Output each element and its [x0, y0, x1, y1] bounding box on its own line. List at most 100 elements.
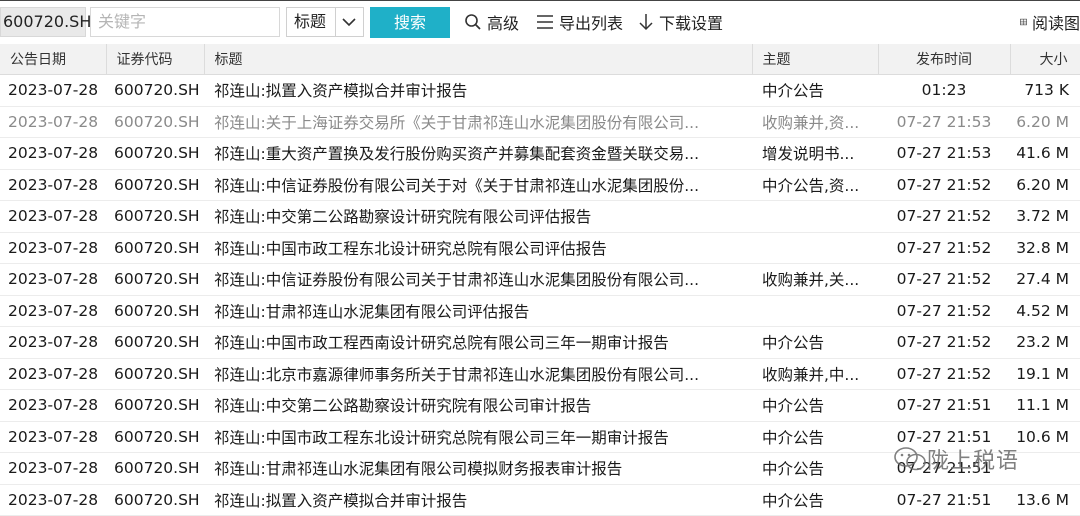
size-cell: 23.2 M — [1010, 326, 1080, 359]
title-cell: 祁连山:拟置入资产模拟合并审计报告 — [204, 484, 752, 516]
code-cell: 600720.SH — [106, 421, 204, 453]
table-row[interactable]: 2023-07-28 600720.SH 祁连山:重大资产置换及发行股份购买资产并募… — [0, 137, 1080, 170]
code-cell: 600720.SH — [106, 484, 204, 516]
grid-icon — [1020, 18, 1027, 26]
table-row[interactable]: 2023-07-28 600720.SH 祁连山:中国市政工程东北设计研究总院有限公… — [0, 421, 1080, 453]
title-cell: 祁连山:中交第二公路勘察设计研究院有限公司审计报告 — [204, 389, 752, 422]
date-cell: 2023-07-28 — [0, 169, 106, 201]
size-cell: 41.6 M — [1010, 137, 1080, 170]
time-cell: 07-27 21:52 — [878, 295, 1010, 327]
code-cell: 600720.SH — [106, 263, 204, 296]
time-cell: 01:23 — [878, 74, 1010, 107]
title-cell: 祁连山:甘肃祁连山水泥集团有限公司评估报告 — [204, 295, 752, 327]
export-label: 导出列表 — [559, 14, 624, 33]
time-cell: 07-27 21:52 — [878, 326, 1010, 359]
keyword-input[interactable] — [96, 11, 270, 32]
table-row[interactable]: 2023-07-28 600720.SH 祁连山:中国市政工程西南设计研究总院有限公… — [0, 326, 1080, 359]
topic-cell: 增发说明书... — [752, 137, 878, 170]
code-cell: 600720.SH — [106, 74, 204, 107]
date-cell: 2023-07-28 — [0, 389, 106, 422]
export-list-button[interactable]: 导出列表 — [536, 7, 623, 37]
reading-label: 阅读图 — [1031, 14, 1080, 33]
code-cell: 600720.SH — [106, 137, 204, 170]
title-cell: 祁连山:中国市政工程东北设计研究总院有限公司三年一期审计报告 — [204, 421, 752, 453]
title-cell: 祁连山:中国市政工程西南设计研究总院有限公司三年一期审计报告 — [204, 326, 752, 359]
size-cell: 6.20 M — [1010, 106, 1080, 138]
size-cell: 19.1 M — [1010, 358, 1080, 390]
stock-code-field[interactable]: 600720.SH — [0, 7, 91, 37]
time-cell: 07-27 21:51 — [878, 421, 1010, 453]
table-row[interactable]: 2023-07-28 600720.SH 祁连山:北京市嘉源律师事务所关于甘肃祁连山… — [0, 358, 1080, 390]
topic-cell: 中介公告 — [752, 421, 878, 453]
code-cell: 600720.SH — [106, 169, 204, 201]
time-cell: 07-27 21:52 — [878, 263, 1010, 296]
table-row[interactable]: 2023-07-28 600720.SH 祁连山:甘肃祁连山水泥集团有限公司评估报告… — [0, 295, 1080, 327]
header-date[interactable]: 公告日期 — [0, 44, 107, 75]
download-settings-label: 下载设置 — [659, 14, 724, 33]
size-cell: 713 K — [1010, 74, 1080, 107]
code-cell: 600720.SH — [106, 326, 204, 359]
date-cell: 2023-07-28 — [0, 200, 106, 233]
table-row[interactable]: 2023-07-28 600720.SH 祁连山:中交第二公路勘察设计研究院有限公司… — [0, 389, 1080, 422]
date-cell: 2023-07-28 — [0, 106, 106, 138]
table-row[interactable]: 2023-07-28 600720.SH 祁连山:中交第二公路勘察设计研究院有限公司… — [0, 200, 1080, 233]
header-size[interactable]: 大小 — [1010, 44, 1080, 75]
advanced-search-button[interactable]: 高级 — [464, 7, 519, 37]
date-cell: 2023-07-28 — [0, 452, 106, 485]
table-header-row: 公告日期 证券代码 标题 主题 发布时间 大小 — [0, 44, 1080, 75]
table-row[interactable]: 2023-07-28 600720.SH 祁连山:中信证券股份有限公司关于对《关于甘… — [0, 169, 1080, 201]
title-cell: 祁连山:中信证券股份有限公司关于甘肃祁连山水泥集团股份有限公司... — [204, 263, 752, 296]
header-code[interactable]: 证券代码 — [106, 44, 205, 75]
date-cell: 2023-07-28 — [0, 326, 106, 359]
list-icon — [537, 15, 553, 29]
topic-cell — [752, 295, 878, 327]
title-cell: 祁连山:中国市政工程东北设计研究总院有限公司评估报告 — [204, 232, 752, 264]
header-title[interactable]: 标题 — [204, 44, 753, 75]
time-cell: 07-27 21:52 — [878, 358, 1010, 390]
size-cell: 3.72 M — [1010, 200, 1080, 233]
topic-cell — [752, 232, 878, 264]
title-cell: 祁连山:重大资产置换及发行股份购买资产并募集配套资金暨关联交易... — [204, 137, 752, 170]
topic-cell: 收购兼并,关... — [752, 263, 878, 296]
size-cell: 4.52 M — [1010, 295, 1080, 327]
table-row[interactable]: 2023-07-28 600720.SH 祁连山:甘肃祁连山水泥集团有限公司模拟财务… — [0, 452, 1080, 485]
topic-cell: 中介公告 — [752, 484, 878, 516]
code-cell: 600720.SH — [106, 389, 204, 422]
time-cell: 07-27 21:51 — [878, 452, 1010, 485]
search-button[interactable]: 搜索 — [370, 7, 450, 38]
topic-cell: 中介公告 — [752, 74, 878, 107]
chevron-down-icon — [342, 18, 356, 27]
title-cell: 祁连山:关于上海证券交易所《关于甘肃祁连山水泥集团股份有限公司... — [204, 106, 752, 138]
table-row[interactable]: 2023-07-28 600720.SH 祁连山:拟置入资产模拟合并审计报告 中介公告… — [0, 484, 1080, 516]
reading-view-button[interactable]: 阅读图 — [1020, 7, 1080, 37]
toolbar: 600720.SH 标题 搜索 高级 导出列表 下载设置 — [0, 0, 1080, 44]
date-cell: 2023-07-28 — [0, 295, 106, 327]
header-topic[interactable]: 主题 — [752, 44, 879, 75]
date-cell: 2023-07-28 — [0, 137, 106, 170]
topic-cell — [752, 200, 878, 233]
time-cell: 07-27 21:52 — [878, 169, 1010, 201]
time-cell: 07-27 21:51 — [878, 484, 1010, 516]
size-cell: 27.4 M — [1010, 263, 1080, 296]
table-row[interactable]: 2023-07-28 600720.SH 祁连山:关于上海证券交易所《关于甘肃祁连山… — [0, 106, 1080, 138]
arrow-down-icon — [639, 14, 653, 31]
time-cell: 07-27 21:53 — [878, 106, 1010, 138]
field-select-value: 标题 — [294, 12, 327, 31]
time-cell: 07-27 21:52 — [878, 200, 1010, 233]
size-cell: 13.6 M — [1010, 484, 1080, 516]
announcement-table: 公告日期 证券代码 标题 主题 发布时间 大小 2023-07-28 600720… — [0, 44, 1080, 516]
code-cell: 600720.SH — [106, 106, 204, 138]
table-row[interactable]: 2023-07-28 600720.SH 祁连山:拟置入资产模拟合并审计报告 中介公告… — [0, 74, 1080, 107]
header-time[interactable]: 发布时间 — [878, 44, 1011, 75]
field-select[interactable]: 标题 — [286, 7, 364, 37]
time-cell: 07-27 21:52 — [878, 232, 1010, 264]
download-settings-button[interactable]: 下载设置 — [638, 7, 723, 37]
top-border — [0, 0, 1080, 1]
code-cell: 600720.SH — [106, 295, 204, 327]
table-row[interactable]: 2023-07-28 600720.SH 祁连山:中信证券股份有限公司关于甘肃祁连山… — [0, 263, 1080, 296]
keyword-field[interactable] — [90, 7, 280, 37]
title-cell: 祁连山:甘肃祁连山水泥集团有限公司模拟财务报表审计报告 — [204, 452, 752, 485]
title-cell: 祁连山:中信证券股份有限公司关于对《关于甘肃祁连山水泥集团股份... — [204, 169, 752, 201]
topic-cell: 中介公告,资... — [752, 169, 878, 201]
table-row[interactable]: 2023-07-28 600720.SH 祁连山:中国市政工程东北设计研究总院有限公… — [0, 232, 1080, 264]
